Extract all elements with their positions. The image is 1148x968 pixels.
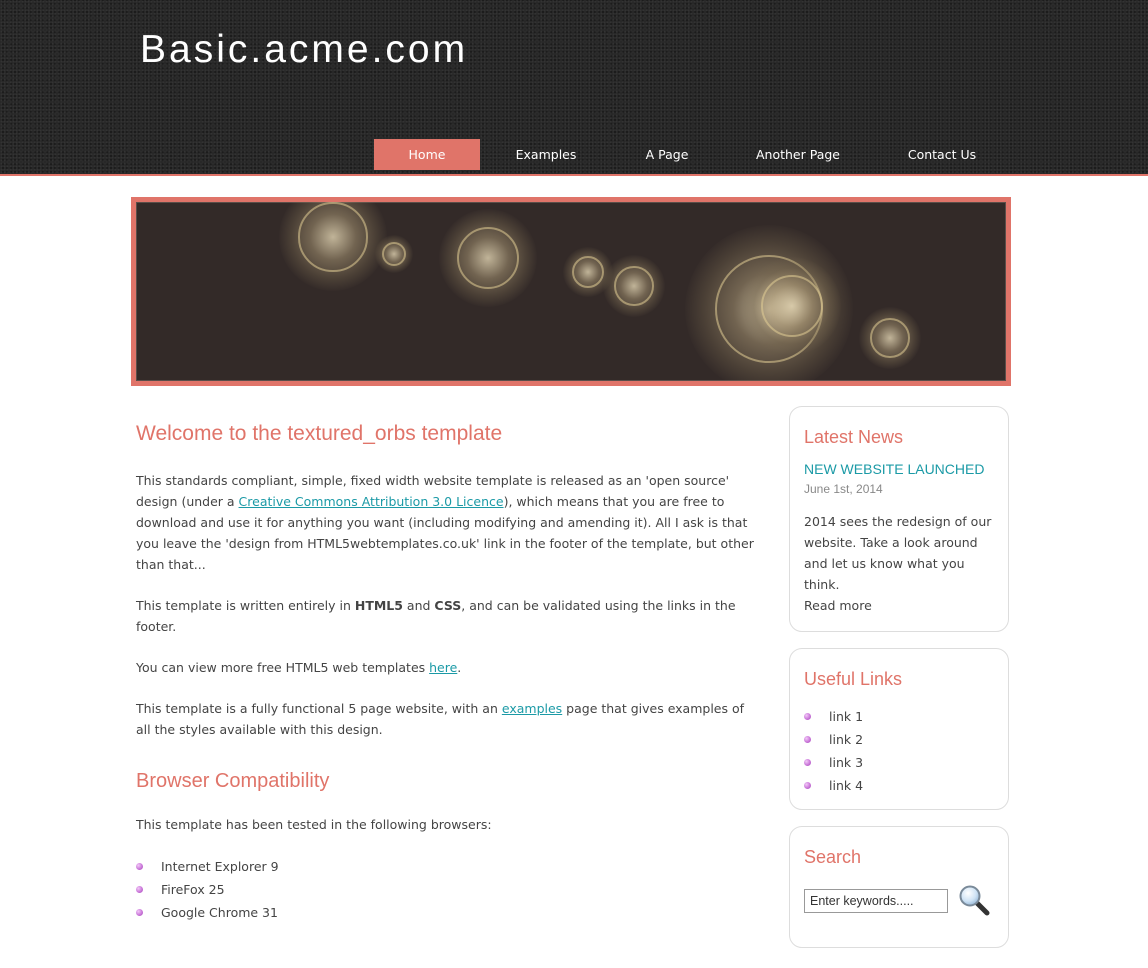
bullet-icon bbox=[804, 736, 811, 743]
banner-frame bbox=[136, 202, 1006, 381]
site-title[interactable]: Basic.acme.com bbox=[140, 28, 468, 72]
list-item: link 1 bbox=[804, 705, 994, 728]
examples-link[interactable]: examples bbox=[502, 701, 562, 716]
main-content: Welcome to the textured_orbs template Th… bbox=[136, 418, 758, 924]
browser-list: Internet Explorer 9 FireFox 25 Google Ch… bbox=[136, 855, 758, 924]
text: and bbox=[402, 598, 435, 613]
magnifier-icon bbox=[959, 885, 990, 916]
html5-paragraph: This template is written entirely in HTM… bbox=[136, 595, 758, 637]
search-button[interactable] bbox=[957, 883, 991, 917]
compat-text: This template has been tested in the fol… bbox=[136, 817, 492, 832]
intro-paragraph: This standards compliant, simple, fixed … bbox=[136, 470, 758, 575]
nav-item-home[interactable]: Home bbox=[374, 139, 480, 170]
bullet-icon bbox=[804, 782, 811, 789]
page-heading: Welcome to the textured_orbs template bbox=[136, 422, 503, 445]
useful-link-2[interactable]: link 2 bbox=[829, 732, 863, 747]
orb bbox=[603, 255, 665, 317]
orb bbox=[439, 209, 537, 307]
browser-name: FireFox 25 bbox=[161, 882, 225, 897]
list-item: Internet Explorer 9 bbox=[136, 855, 758, 878]
here-link[interactable]: here bbox=[429, 660, 457, 675]
compat-heading: Browser Compatibility bbox=[136, 770, 330, 792]
css-strong: CSS bbox=[434, 598, 462, 613]
nav-item-a-page[interactable]: A Page bbox=[636, 139, 698, 170]
useful-link-1[interactable]: link 1 bbox=[829, 709, 863, 724]
news-title[interactable]: New Website Launched bbox=[804, 459, 994, 479]
search-box: Search bbox=[789, 826, 1009, 948]
links-box: Useful Links link 1 link 2 link 3 link 4 bbox=[789, 648, 1009, 810]
more-templates-paragraph: You can view more free HTML5 web templat… bbox=[136, 657, 758, 678]
browser-name: Internet Explorer 9 bbox=[161, 859, 279, 874]
examples-paragraph: This template is a fully functional 5 pa… bbox=[136, 698, 758, 740]
nav-item-another-page[interactable]: Another Page bbox=[748, 139, 848, 170]
search-heading: Search bbox=[804, 847, 862, 867]
useful-link-3[interactable]: link 3 bbox=[829, 755, 863, 770]
site-header: Basic.acme.com Home Examples A Page Anot… bbox=[0, 0, 1148, 176]
useful-links-list: link 1 link 2 link 3 link 4 bbox=[804, 705, 994, 797]
list-item: link 2 bbox=[804, 728, 994, 751]
list-item: link 3 bbox=[804, 751, 994, 774]
orb bbox=[279, 202, 387, 291]
html5-strong: HTML5 bbox=[354, 598, 403, 613]
news-box: Latest News New Website Launched June 1s… bbox=[789, 406, 1009, 632]
news-date: June 1st, 2014 bbox=[804, 482, 883, 496]
bullet-icon bbox=[136, 909, 143, 916]
text: This template is a fully functional 5 pa… bbox=[136, 701, 502, 716]
news-text: 2014 sees the redesign of our website. T… bbox=[804, 514, 992, 592]
orb bbox=[743, 257, 841, 355]
licence-link[interactable]: Creative Commons Attribution 3.0 Licence bbox=[239, 494, 504, 509]
text: This template is written entirely in bbox=[136, 598, 355, 613]
bullet-icon bbox=[136, 886, 143, 893]
news-heading: Latest News bbox=[804, 427, 904, 447]
bullet-icon bbox=[136, 863, 143, 870]
read-more-link[interactable]: Read more bbox=[804, 598, 872, 613]
useful-link-4[interactable]: link 4 bbox=[829, 778, 863, 793]
bullet-icon bbox=[804, 759, 811, 766]
bullet-icon bbox=[804, 713, 811, 720]
nav-item-contact-us[interactable]: Contact Us bbox=[898, 139, 986, 170]
text: . bbox=[457, 660, 462, 675]
browser-name: Google Chrome 31 bbox=[161, 905, 278, 920]
search-input[interactable] bbox=[804, 889, 948, 913]
list-item: Google Chrome 31 bbox=[136, 901, 758, 924]
orb bbox=[375, 235, 413, 273]
nav-item-examples[interactable]: Examples bbox=[504, 139, 588, 170]
list-item: FireFox 25 bbox=[136, 878, 758, 901]
text: You can view more free HTML5 web templat… bbox=[136, 660, 430, 675]
orb bbox=[859, 307, 921, 369]
links-heading: Useful Links bbox=[804, 669, 903, 689]
list-item: link 4 bbox=[804, 774, 994, 797]
hero-banner bbox=[131, 197, 1011, 386]
